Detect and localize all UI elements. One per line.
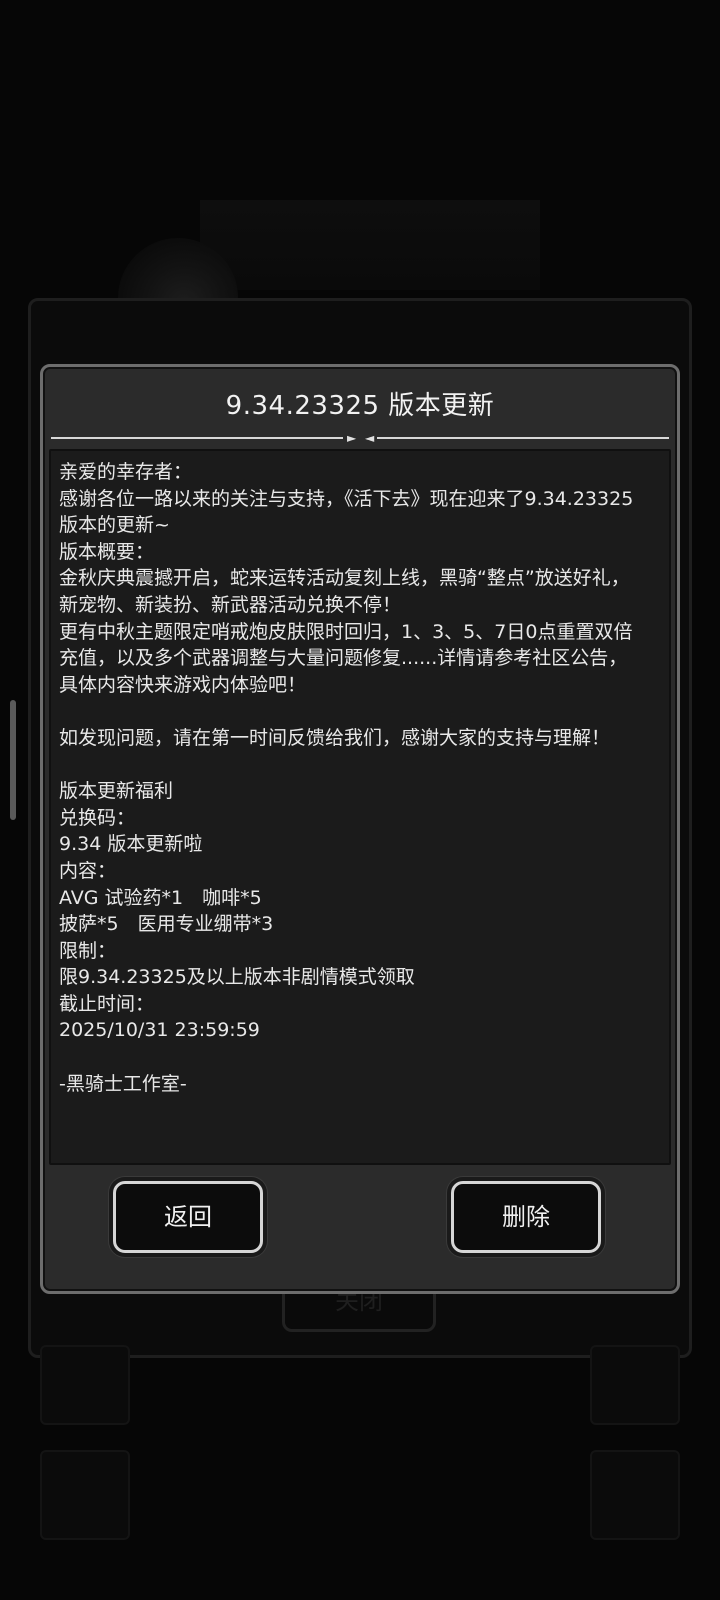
background-tile bbox=[590, 1345, 680, 1425]
delete-button[interactable]: 删除 bbox=[451, 1181, 601, 1253]
announcement-line: 披萨*5 医用专业绷带*3 bbox=[59, 913, 274, 936]
announcement-line bbox=[59, 698, 663, 725]
side-edge-handle[interactable] bbox=[10, 700, 16, 820]
background-tile bbox=[40, 1450, 130, 1540]
announcement-line: 感谢各位一路以来的关注与支持，《活下去》现在迎来了9.34.23325 bbox=[59, 487, 634, 510]
announcement-line: 亲爱的幸存者： bbox=[59, 461, 193, 483]
announcement-line: 2025/10/31 23:59:59 bbox=[59, 1019, 260, 1042]
announcement-line bbox=[59, 752, 663, 779]
announcement-line: 如发现问题，请在第一时间反馈给我们，感谢大家的支持与理解！ bbox=[59, 726, 611, 749]
dialog-title: 9.34.23325 版本更新 bbox=[225, 391, 495, 421]
announcement-content[interactable]: 亲爱的幸存者： 感谢各位一路以来的关注与支持，《活下去》现在迎来了9.34.233… bbox=[49, 449, 671, 1165]
divider-line-left bbox=[51, 437, 343, 439]
announcement-line: 版本概要： bbox=[59, 540, 155, 563]
arrow-left-icon: ◄ bbox=[365, 431, 375, 445]
announcement-line: 兑换码： bbox=[59, 806, 136, 829]
announcement-line: 金秋庆典震撼开启，蛇来运转活动复刻上线，黑骑“整点”放送好礼， bbox=[59, 567, 630, 590]
announcement-line: 更有中秋主题限定哨戒炮皮肤限时回归，1、3、5、7日0点重置双倍 bbox=[59, 620, 633, 643]
announcement-text: 亲爱的幸存者： 感谢各位一路以来的关注与支持，《活下去》现在迎来了9.34.233… bbox=[59, 459, 663, 1097]
arrow-right-icon: ► bbox=[347, 431, 357, 445]
update-dialog: 9.34.23325 版本更新 ► ◄ 亲爱的幸存者： 感谢各位一路以来的关注与支… bbox=[40, 364, 680, 1294]
announcement-line: -黑骑士工作室- bbox=[59, 1072, 187, 1095]
back-button[interactable]: 返回 bbox=[113, 1181, 263, 1253]
announcement-line: 版本的更新~ bbox=[59, 514, 170, 537]
screen: 关闭 9.34.23325 版本更新 ► ◄ 亲爱的幸存者： 感谢各位一路以来的关… bbox=[0, 0, 720, 1600]
announcement-line: 截止时间： bbox=[59, 992, 155, 1015]
announcement-line: 充值，以及多个武器调整与大量问题修复......详情请参考社区公告， bbox=[59, 647, 628, 670]
announcement-line: 9.34 版本更新啦 bbox=[59, 833, 203, 856]
background-tile bbox=[40, 1345, 130, 1425]
announcement-line: 内容： bbox=[59, 859, 117, 882]
announcement-line: 限制： bbox=[59, 939, 117, 962]
divider-line-right bbox=[377, 437, 669, 439]
announcement-line: 限9.34.23325及以上版本非剧情模式领取 bbox=[59, 966, 415, 989]
announcement-line: 具体内容快来游戏内体验吧！ bbox=[59, 673, 307, 696]
announcement-line: 版本更新福利 bbox=[59, 780, 174, 803]
announcement-line bbox=[59, 1044, 663, 1071]
background-tile bbox=[590, 1450, 680, 1540]
announcement-line: AVG 试验药*1 咖啡*5 bbox=[59, 886, 262, 909]
background-banner bbox=[200, 200, 540, 290]
announcement-line: 新宠物、新装扮、新武器活动兑换不停！ bbox=[59, 593, 402, 616]
title-divider: ► ◄ bbox=[51, 431, 669, 445]
